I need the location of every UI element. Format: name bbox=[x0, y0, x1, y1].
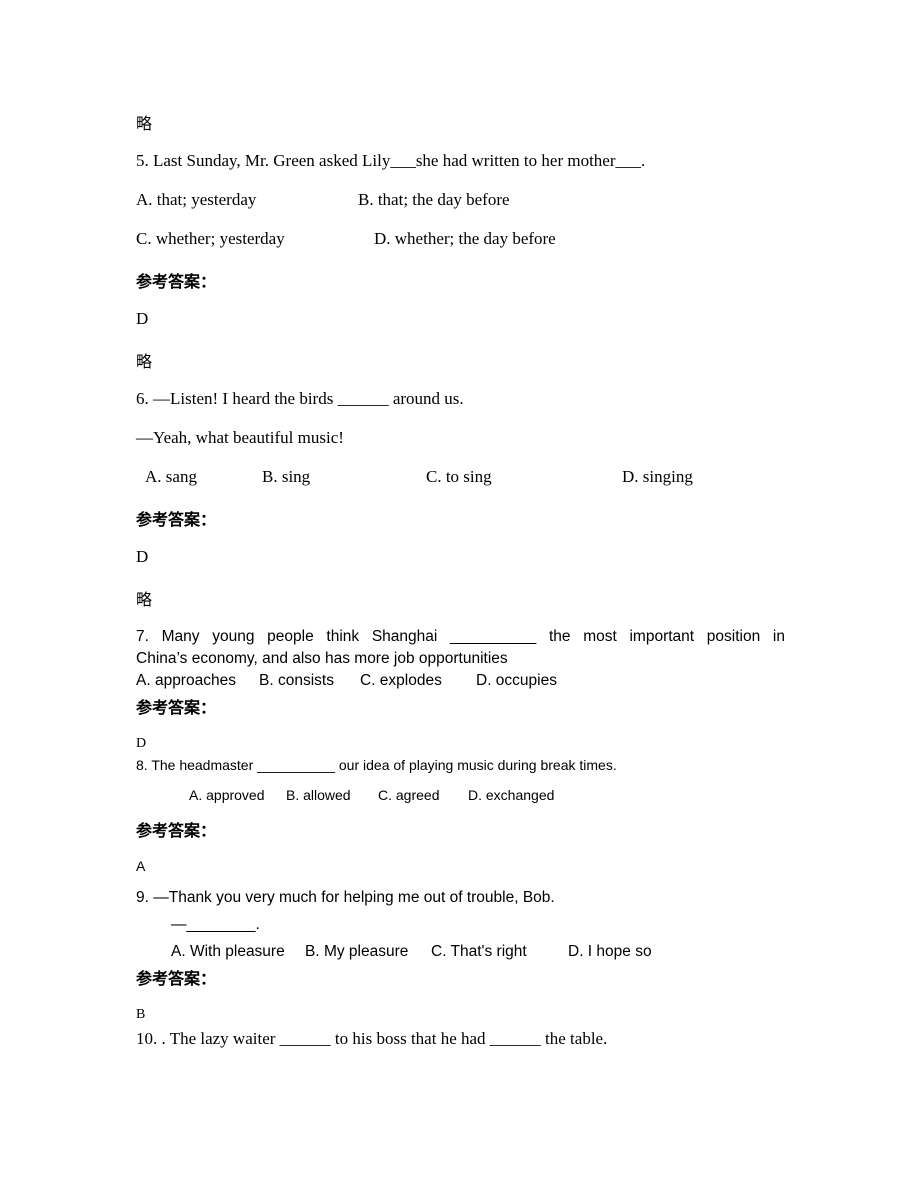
question-8-option-b: B. allowed bbox=[286, 787, 351, 803]
question-5-option-c: C. whether; yesterday bbox=[136, 229, 285, 248]
question-8-option-a: A. approved bbox=[189, 787, 265, 803]
question-7-option-c: C. explodes bbox=[360, 672, 442, 689]
question-5-stem: 5. Last Sunday, Mr. Green asked Lily___s… bbox=[136, 151, 646, 170]
answer-label: 参考答案： bbox=[136, 698, 217, 717]
question-7-stem-continued: China’s economy, and also has more job o… bbox=[136, 650, 508, 667]
question-6-option-b: B. sing bbox=[262, 467, 311, 486]
answer-label: 参考答案： bbox=[136, 510, 217, 529]
question-6-option-a: A. sang bbox=[145, 467, 197, 486]
question-9-option-d: D. I hope so bbox=[568, 943, 652, 960]
answer-label: 参考答案： bbox=[136, 969, 217, 988]
question-9-answer: B bbox=[136, 1007, 146, 1022]
question-6-option-d: D. singing bbox=[622, 467, 693, 486]
question-5-answer: D bbox=[136, 309, 149, 328]
question-5-option-d: D. whether; the day before bbox=[374, 229, 556, 248]
question-6-explanation: 略 bbox=[136, 590, 153, 609]
explanation-text: 略 bbox=[136, 114, 153, 133]
question-5-explanation: 略 bbox=[136, 352, 153, 371]
question-8-answer: A bbox=[136, 858, 146, 874]
answer-label: 参考答案： bbox=[136, 821, 217, 840]
question-9-reply: —________. bbox=[171, 916, 260, 933]
question-6-answer: D bbox=[136, 547, 149, 566]
question-6-option-c: C. to sing bbox=[426, 467, 492, 486]
question-9-option-b: B. My pleasure bbox=[305, 943, 409, 960]
question-10-stem: 10. . The lazy waiter ______ to his boss… bbox=[136, 1029, 608, 1048]
question-9-option-a: A. With pleasure bbox=[171, 943, 285, 960]
question-9-option-c: C. That's right bbox=[431, 943, 527, 960]
question-7-answer: D bbox=[136, 736, 147, 751]
question-8-option-c: C. agreed bbox=[378, 787, 440, 803]
question-5-option-a: A. that; yesterday bbox=[136, 190, 257, 209]
answer-label: 参考答案： bbox=[136, 272, 217, 291]
question-5-option-b: B. that; the day before bbox=[358, 190, 510, 209]
question-8-option-d: D. exchanged bbox=[468, 787, 555, 803]
question-7-option-d: D. occupies bbox=[476, 672, 557, 689]
question-7-option-a: A. approaches bbox=[136, 672, 236, 689]
question-7-option-b: B. consists bbox=[259, 672, 334, 689]
question-6-stem: 6. —Listen! I heard the birds ______ aro… bbox=[136, 389, 464, 408]
question-9-stem: 9. —Thank you very much for helping me o… bbox=[136, 889, 555, 906]
question-7-stem: 7. Many young people think Shanghai ____… bbox=[136, 628, 785, 645]
question-8-stem: 8. The headmaster __________ our idea of… bbox=[136, 757, 617, 773]
question-6-reply: —Yeah, what beautiful music! bbox=[136, 428, 344, 447]
